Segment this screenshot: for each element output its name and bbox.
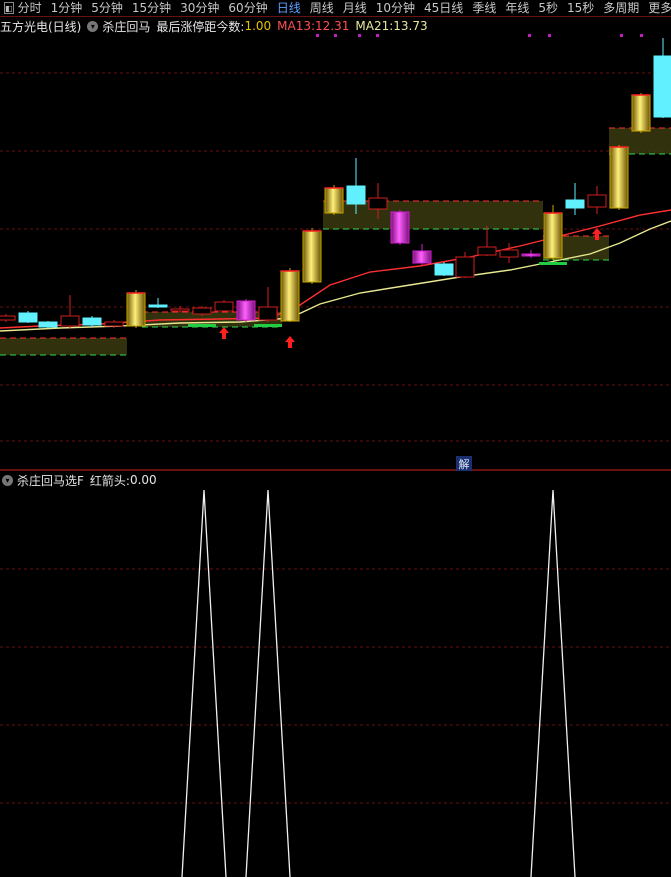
green-marker [539, 262, 567, 265]
green-marker [254, 324, 282, 327]
candle-body [390, 211, 410, 244]
candlesticks [0, 38, 671, 329]
candle-body [60, 315, 80, 327]
candle-body [170, 308, 190, 312]
green-marker [188, 324, 216, 327]
marker-dot [376, 34, 379, 37]
signal-spike [181, 489, 227, 877]
sub-indicator-name[interactable]: 杀庄回马选F [17, 472, 84, 489]
candle-body [192, 307, 212, 315]
marker-dot [548, 34, 551, 37]
marker-dot [316, 34, 319, 37]
candle-body [280, 270, 300, 322]
candle-body [324, 187, 344, 214]
candle-body [126, 292, 146, 327]
candle-body [477, 246, 497, 256]
marker-dot [334, 34, 337, 37]
marker-dot [528, 34, 531, 37]
candle-body [302, 230, 322, 283]
sub-indicator-plot [181, 489, 576, 877]
jie-button[interactable]: 解 [456, 456, 472, 471]
candle-body [346, 185, 366, 205]
red-up-arrow-icon [285, 336, 295, 348]
red-arrow-label: 红箭头: [89, 473, 130, 488]
candle-body [653, 55, 671, 118]
candle-body [38, 321, 58, 328]
candle-body [412, 250, 432, 264]
zone-box [0, 338, 127, 355]
candle-body [236, 300, 256, 321]
candle-body [587, 194, 607, 208]
candle-body [499, 249, 519, 258]
candle-body [0, 315, 16, 321]
candle-body [104, 321, 124, 327]
kline-chart[interactable] [0, 0, 671, 877]
marker-dot [620, 34, 623, 37]
sub-chart-header: ▾ 杀庄回马选F 红箭头: 0.00 [0, 472, 157, 488]
candle-body [258, 306, 278, 321]
dropdown-icon[interactable]: ▾ [2, 474, 13, 486]
candle-body [631, 94, 651, 132]
candle-body [565, 199, 585, 209]
marker-dot [640, 34, 643, 37]
red-up-arrow-icon [219, 327, 229, 339]
candle-body [434, 263, 454, 276]
signal-spike [245, 489, 291, 877]
candle-body [368, 197, 388, 210]
candle-body [609, 146, 629, 209]
candle-body [214, 301, 234, 312]
candle-body [18, 312, 38, 323]
grid-lines [0, 34, 671, 804]
candle-body [455, 256, 475, 278]
candle-body [148, 304, 168, 308]
signal-spike [530, 489, 576, 877]
red-arrow-value: 0.00 [129, 473, 157, 487]
marker-dot [358, 34, 361, 37]
candle-body [521, 253, 541, 257]
candle-body [543, 212, 563, 259]
candle-body [82, 317, 102, 326]
